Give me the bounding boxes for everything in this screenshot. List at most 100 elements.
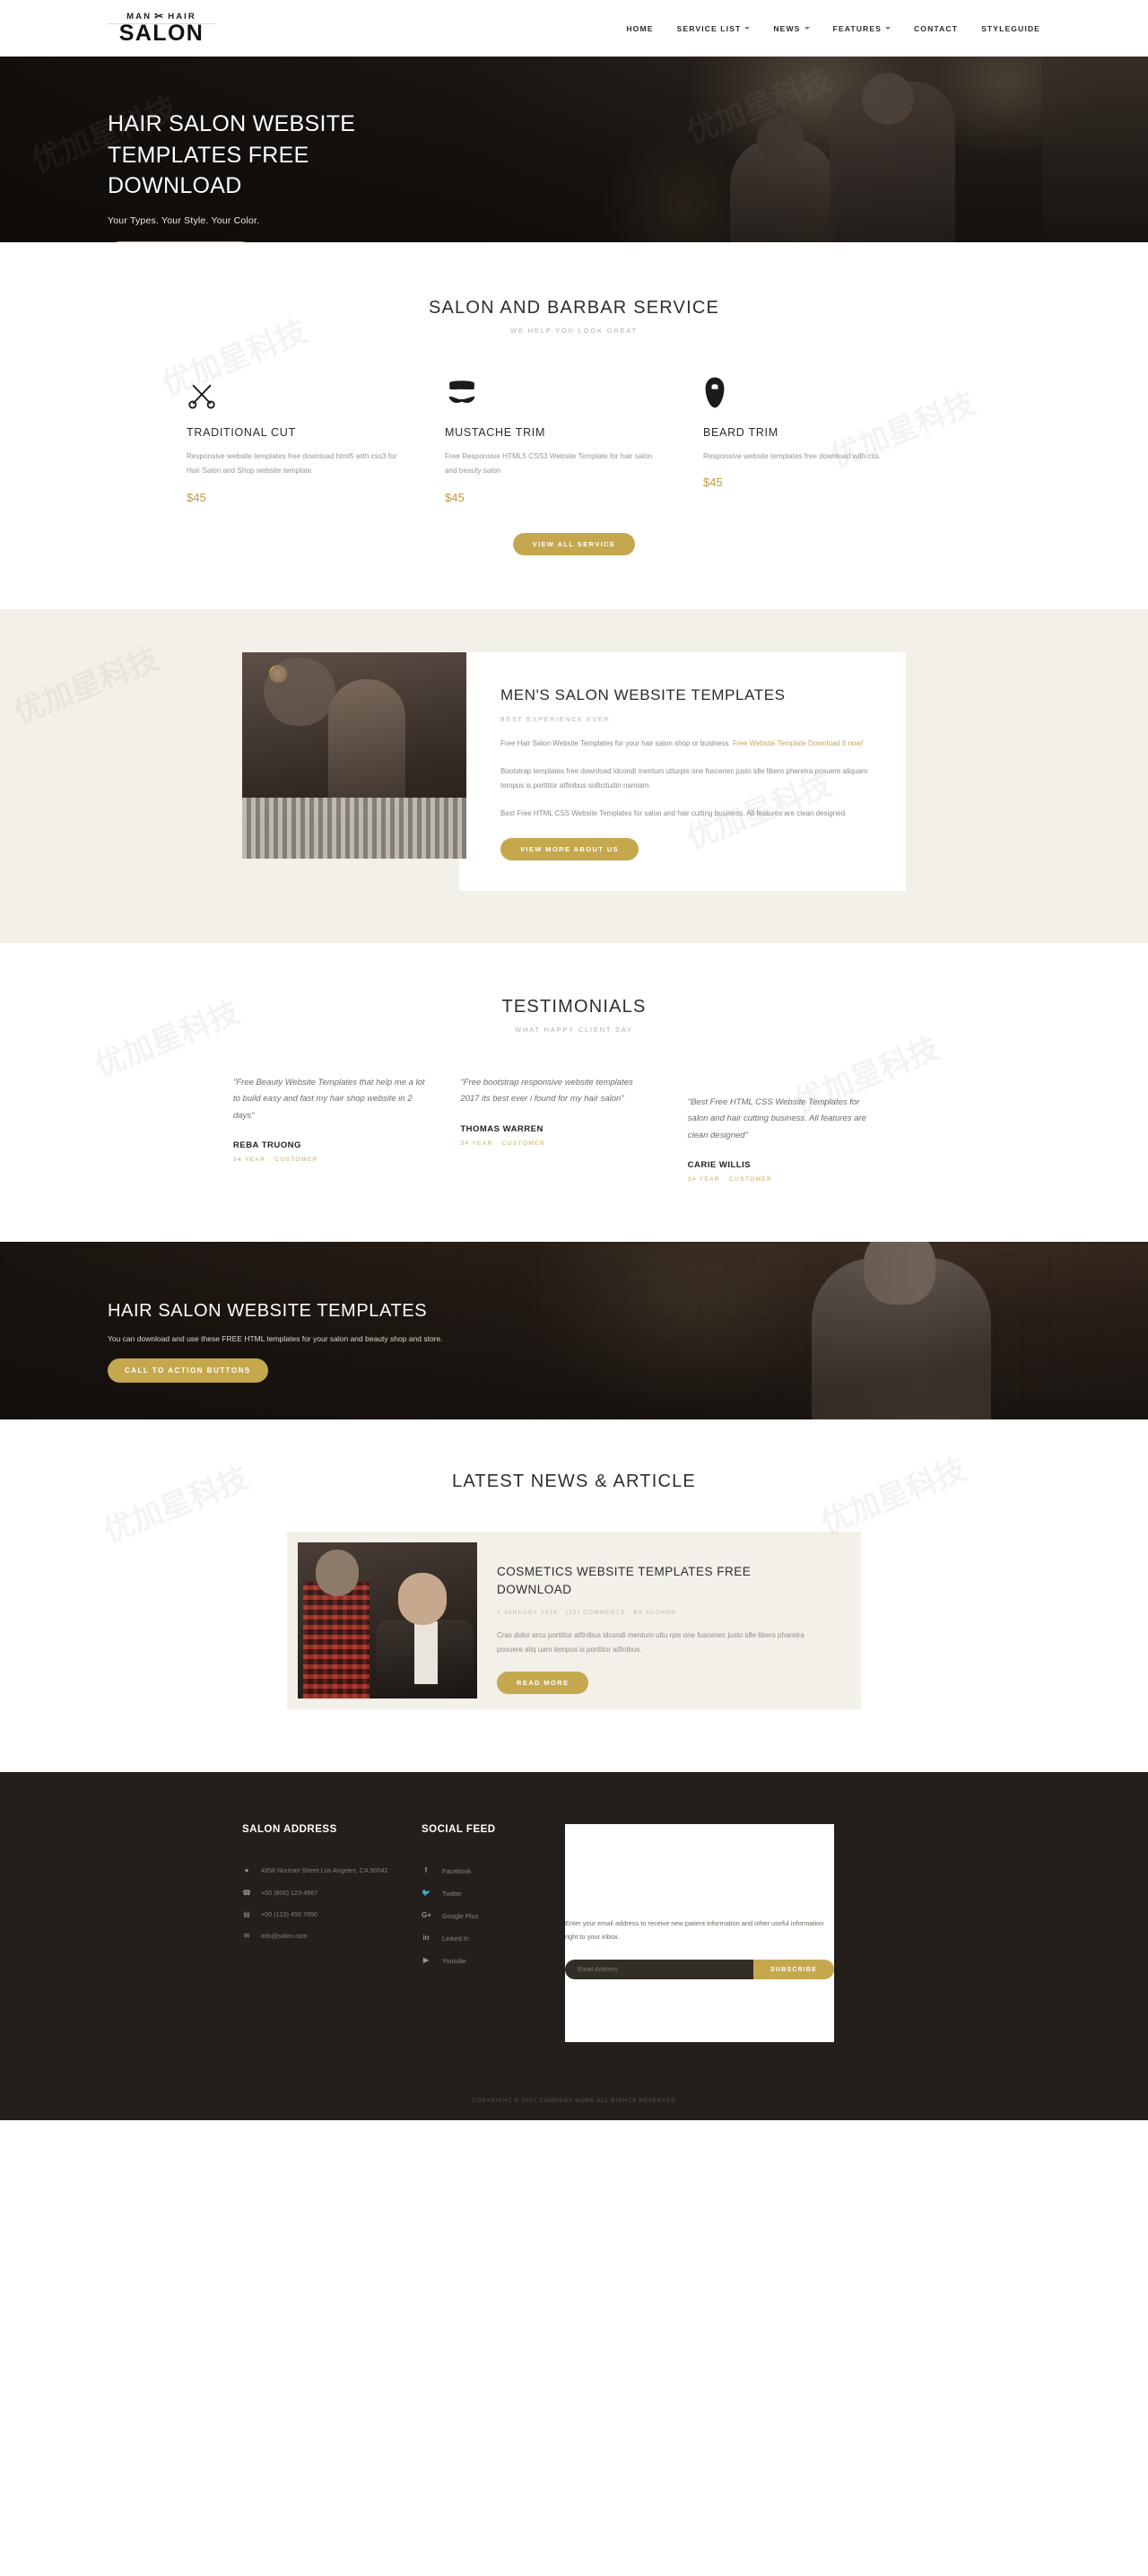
service-description: Free Responsive HTML5 CSS3 Website Templ… xyxy=(444,452,653,476)
social-link-twitter[interactable]: 🐦 Twitter xyxy=(422,1888,542,1899)
social-label: Linked In xyxy=(442,1934,469,1943)
location-pin-icon: ● xyxy=(244,1866,249,1875)
services-section: SALON AND BARBAR SERVICE WE HELP YOU LOO… xyxy=(0,242,1148,609)
service-card[interactable]: MUSTACHE TRIM Free Responsive HTML5 CSS3… xyxy=(445,374,703,504)
testimonial-quote: "Best Free HTML CSS Website Templates fo… xyxy=(687,1096,866,1140)
testimonial-name: CARIE WILLIS xyxy=(687,1160,752,1171)
hero-banner: HAIR SALON WEBSITE TEMPLATES FREE DOWNLO… xyxy=(0,57,1148,242)
nav-label: CONTACT xyxy=(914,23,959,33)
news-comments: (12) COMMENTS xyxy=(565,1609,626,1616)
testimonial-role: CUSTOMER xyxy=(274,1157,318,1164)
footer-copyright: COPYRIGHT © 2017 COMPANY NAME ALL RIGHTS… xyxy=(472,2098,676,2105)
view-more-about-button[interactable]: VIEW MORE ABOUT US xyxy=(500,837,639,860)
testimonial-meta: 34 YEAR CUSTOMER xyxy=(688,1176,881,1183)
social-link-google-plus[interactable]: G+ Google Plus xyxy=(422,1910,542,1921)
about-subtitle: BEST EXPERIENCE EVER xyxy=(500,714,611,723)
nav-item-features[interactable]: FEATURES xyxy=(833,24,891,33)
newsletter-email-input[interactable] xyxy=(565,1960,753,1980)
envelope-icon: ✉ xyxy=(243,1932,250,1941)
news-article-description: Cras dolor arcu porttitor atfinibus idco… xyxy=(497,1630,804,1654)
main-navigation: HOME SERVICE LIST NEWS FEATURES CONTACT … xyxy=(626,24,1040,33)
news-article-card[interactable]: COSMETICS WEBSITE TEMPLATES FREE DOWNLOA… xyxy=(287,1532,861,1710)
service-description: Responsive website templates free downlo… xyxy=(187,452,397,476)
about-paragraph-1-text: Free Hair Salon Website Templates for yo… xyxy=(500,738,733,747)
fax-icon: ▤ xyxy=(243,1909,250,1918)
social-link-youtube[interactable]: ▶ Youtube xyxy=(422,1955,542,1966)
testimonial-meta: 34 YEAR CUSTOMER xyxy=(460,1140,653,1147)
hero-title: HAIR SALON WEBSITE TEMPLATES FREE DOWNLO… xyxy=(108,111,356,198)
about-card: MEN'S SALON WEBSITE TEMPLATES BEST EXPER… xyxy=(459,651,906,891)
nav-item-news[interactable]: NEWS xyxy=(773,24,810,33)
watermark: 优加星科技 xyxy=(99,1460,254,1551)
news-date: 1 JANUARY 2018 xyxy=(497,1609,558,1616)
services-title: SALON AND BARBAR SERVICE xyxy=(428,298,720,318)
nav-item-service-list[interactable]: SERVICE LIST xyxy=(677,24,751,33)
nav-item-home[interactable]: HOME xyxy=(626,24,653,33)
footer-email-line[interactable]: ✉ info@salon.com xyxy=(242,1931,398,1942)
social-link-linkedin[interactable]: in Linked In xyxy=(422,1933,542,1943)
service-card[interactable]: BEARD TRIM Responsive website templates … xyxy=(703,374,961,504)
footer-phone-line[interactable]: ☎ +00 (800) 123-4567 xyxy=(242,1888,398,1899)
youtube-icon: ▶ xyxy=(422,1956,430,1965)
chevron-down-icon xyxy=(744,27,751,30)
about-download-link[interactable]: Free Website Template Download It now! xyxy=(733,739,864,747)
about-paragraph-3: Best Free HTML CSS Website Templates for… xyxy=(500,808,848,817)
read-more-button[interactable]: READ MORE xyxy=(497,1671,589,1694)
about-section: MEN'S SALON WEBSITE TEMPLATES BEST EXPER… xyxy=(0,608,1148,943)
testimonial-card: "Free Beauty Website Templates that help… xyxy=(233,1075,460,1164)
testimonials-subtitle: WHAT HAPPY CLIENT SAY xyxy=(515,1025,633,1034)
nav-label: SERVICE LIST xyxy=(676,23,742,33)
about-paragraph-2: Bootstrap templates free download idcond… xyxy=(500,766,868,790)
view-all-service-button[interactable]: VIEW ALL SERVICE xyxy=(512,532,636,555)
testimonial-card: "Free bootstrap responsive website templ… xyxy=(460,1075,687,1147)
phone-icon: ☎ xyxy=(242,1888,251,1897)
nav-label: STYLEGUIDE xyxy=(981,23,1040,33)
scissors-icon xyxy=(187,374,407,410)
nav-label: HOME xyxy=(626,23,654,33)
service-name: TRADITIONAL CUT xyxy=(187,426,296,439)
footer-phone-text: +00 (800) 123-4567 xyxy=(261,1888,318,1897)
news-author: BY AUTHOR xyxy=(633,1609,677,1616)
footer-address-text: 4958 Norman Street Los Angeles, CA 90042 xyxy=(261,1866,388,1875)
nav-item-styleguide[interactable]: STYLEGUIDE xyxy=(981,24,1040,33)
watermark: 优加星科技 xyxy=(816,1451,971,1542)
social-label: Facebook xyxy=(442,1866,472,1875)
footer-address-title: SALON ADDRESS xyxy=(242,1824,337,1836)
google-plus-icon: G+ xyxy=(422,1911,431,1920)
testimonial-role: CUSTOMER xyxy=(728,1176,773,1183)
testimonial-role: CUSTOMER xyxy=(501,1140,545,1147)
site-logo[interactable]: MAN ✂ HAIR SALON xyxy=(108,10,215,46)
footer-social-title: SOCIAL FEED xyxy=(422,1824,496,1836)
nav-item-contact[interactable]: CONTACT xyxy=(914,24,958,33)
service-card[interactable]: TRADITIONAL CUT Responsive website templ… xyxy=(187,374,445,504)
hero-slider-button[interactable]: YOUR SLIDER BUTTONS xyxy=(108,240,253,242)
footer-fax-text: +00 (123) 456 7890 xyxy=(261,1909,317,1918)
service-price: $45 xyxy=(702,476,723,490)
chevron-down-icon xyxy=(804,27,810,30)
footer-address-column: SALON ADDRESS ● 4958 Norman Street Los A… xyxy=(242,1824,422,2042)
service-price: $45 xyxy=(444,490,465,504)
watermark: 优加星科技 xyxy=(9,641,164,731)
testimonial-age: 34 YEAR xyxy=(233,1157,266,1164)
social-label: Youtube xyxy=(442,1956,466,1965)
testimonial-name: THOMAS WARREN xyxy=(460,1123,544,1134)
newsletter-subscribe-button[interactable]: SUBSCRIBE xyxy=(752,1960,834,1980)
testimonials-section: TESTIMONIALS WHAT HAPPY CLIENT SAY "Free… xyxy=(0,942,1148,1243)
testimonial-quote: "Free Beauty Website Templates that help… xyxy=(233,1077,425,1121)
call-to-action-button[interactable]: CALL TO ACTION BUTTONS xyxy=(108,1358,268,1384)
social-label: Google Plus xyxy=(442,1911,479,1920)
mustache-icon xyxy=(445,374,665,410)
testimonial-age: 34 YEAR xyxy=(460,1140,493,1147)
news-article-photo xyxy=(298,1542,477,1699)
logo-text-salon: SALON xyxy=(118,21,204,46)
footer-newsletter-text: Enter your email address to receive new … xyxy=(565,1919,824,1941)
scissors-icon: ✂ xyxy=(154,10,166,22)
social-link-facebook[interactable]: f Facebook xyxy=(422,1865,542,1876)
linkedin-icon: in xyxy=(422,1934,430,1943)
chevron-down-icon xyxy=(885,27,891,30)
testimonials-grid: "Free Beauty Website Templates that help… xyxy=(108,1075,1040,1183)
about-photo xyxy=(242,651,466,859)
footer-newsletter-title: NEWSLETTERS xyxy=(565,1876,648,1888)
about-title: MEN'S SALON WEBSITE TEMPLATES xyxy=(500,685,786,703)
social-label: Twitter xyxy=(442,1889,462,1898)
